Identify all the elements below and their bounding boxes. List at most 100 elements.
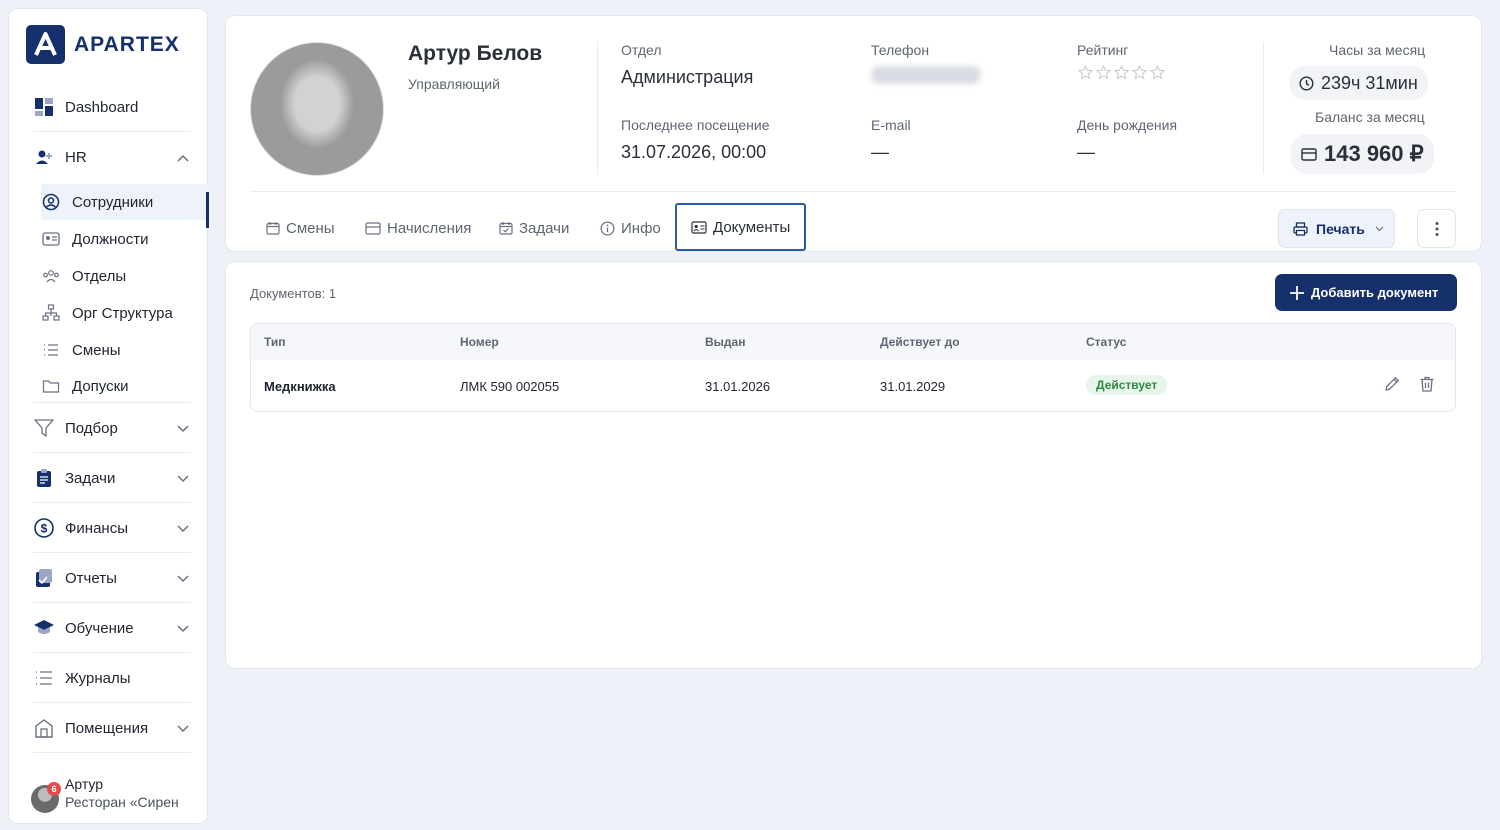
filter-icon: [33, 417, 55, 439]
edit-button[interactable]: [1383, 375, 1401, 393]
divider: [597, 42, 598, 174]
card-icon: [1301, 147, 1317, 161]
chevron-down-icon: [177, 570, 189, 587]
user-name: Артур: [65, 776, 104, 792]
list-icon: [41, 340, 61, 360]
chevron-down-icon: [177, 720, 189, 737]
sidebar-item-positions[interactable]: Должности: [41, 221, 209, 257]
tab-accruals[interactable]: Начисления: [365, 204, 471, 252]
add-document-button[interactable]: Добавить документ: [1275, 274, 1457, 311]
tab-label: Документы: [713, 218, 791, 236]
user-circle-icon: [41, 192, 61, 212]
sidebar-item-hr[interactable]: HR: [33, 137, 191, 177]
more-vertical-icon: [1435, 221, 1439, 237]
trash-icon: [1420, 376, 1434, 392]
star-icon: [1150, 65, 1165, 80]
sidebar-item-org-structure[interactable]: Орг Структура: [41, 295, 209, 331]
sidebar-item-reports[interactable]: Отчеты: [33, 558, 191, 598]
id-card-icon: [691, 220, 707, 234]
sidebar-item-employees[interactable]: Сотрудники: [41, 184, 209, 220]
status-badge: Действует: [1086, 375, 1168, 395]
email-label: E-mail: [871, 117, 911, 133]
print-button[interactable]: Печать: [1278, 209, 1395, 248]
department-label: Отдел: [621, 42, 662, 58]
sidebar-item-premises[interactable]: Помещения: [33, 708, 191, 748]
tab-info[interactable]: Инфо: [600, 204, 661, 252]
divider: [33, 402, 191, 403]
list-icon: [33, 667, 55, 689]
star-icon: [1078, 65, 1093, 80]
phone-value-blurred: [871, 66, 981, 84]
cell-valid-until: 31.01.2029: [880, 379, 946, 394]
sidebar-item-journals[interactable]: Журналы: [33, 658, 191, 698]
sidebar-item-tasks[interactable]: Задачи: [33, 458, 191, 498]
calendar-icon: [266, 221, 280, 235]
employee-role: Управляющий: [408, 76, 500, 92]
chevron-down-icon: [177, 470, 189, 487]
id-card-icon: [41, 229, 61, 249]
divider: [33, 752, 191, 753]
more-options-button[interactable]: [1417, 209, 1456, 248]
sidebar-item-recruiting[interactable]: Подбор: [33, 408, 191, 448]
graduation-cap-icon: [33, 617, 55, 639]
print-label: Печать: [1316, 220, 1365, 237]
building-icon: [33, 717, 55, 739]
sidebar-item-shifts[interactable]: Смены: [41, 332, 209, 368]
notification-badge: 6: [47, 782, 61, 796]
documents-table: Тип Номер Выдан Действует до Статус Медк…: [250, 323, 1456, 412]
last-visit-value: 31.07.2026, 00:00: [621, 142, 767, 162]
sidebar-item-label: Журналы: [65, 669, 131, 687]
org-chart-icon: [41, 303, 61, 323]
tab-documents[interactable]: Документы: [675, 203, 807, 251]
sidebar-item-permits[interactable]: Допуски: [41, 368, 209, 404]
brand-name: APARTEX: [74, 32, 180, 56]
divider: [33, 602, 191, 603]
sidebar-item-finance[interactable]: $ Финансы: [33, 508, 191, 548]
documents-card: Документов: 1 Добавить документ Тип Номе…: [225, 261, 1482, 669]
cell-number: ЛМК 590 002055: [460, 379, 560, 394]
sidebar-item-training[interactable]: Обучение: [33, 608, 191, 648]
divider: [33, 652, 191, 653]
tab-label: Начисления: [387, 219, 472, 237]
logo-icon: [26, 25, 65, 64]
sidebar-item-label: Задачи: [65, 469, 116, 487]
clipboard-icon: [33, 467, 55, 489]
hours-value: 239ч 31мин: [1321, 72, 1418, 93]
birthday-value: —: [1077, 142, 1095, 162]
tab-label: Задачи: [519, 219, 570, 237]
balance-badge: 143 960 ₽: [1291, 134, 1434, 174]
divider: [33, 452, 191, 453]
tab-tasks[interactable]: Задачи: [499, 204, 569, 252]
rating-stars[interactable]: [1078, 65, 1165, 80]
email-value: —: [871, 142, 889, 162]
tab-label: Смены: [286, 219, 335, 237]
sidebar: APARTEX Dashboard HR Сотрудники Должност…: [8, 8, 209, 824]
birthday-label: День рождения: [1077, 117, 1178, 133]
divider: [250, 191, 1456, 192]
sidebar-item-label: Финансы: [65, 519, 128, 537]
phone-label: Телефон: [871, 42, 930, 58]
divider: [33, 702, 191, 703]
sidebar-item-dashboard[interactable]: Dashboard: [33, 87, 191, 127]
logo[interactable]: APARTEX: [26, 25, 180, 64]
balance-value: 143 960 ₽: [1324, 141, 1424, 166]
svg-text:$: $: [41, 522, 48, 536]
sidebar-item-label: Отделы: [72, 267, 127, 285]
delete-button[interactable]: [1418, 375, 1436, 393]
sidebar-item-departments[interactable]: Отделы: [41, 258, 209, 294]
tab-shifts[interactable]: Смены: [266, 204, 335, 252]
balance-label: Баланс за месяц: [1315, 109, 1425, 125]
folder-icon: [41, 376, 61, 396]
star-icon: [1096, 65, 1111, 80]
sidebar-item-label: Допуски: [72, 377, 129, 395]
user-profile[interactable]: 6 Артур Ресторан «Сирен: [31, 775, 179, 813]
profile-card: Артур Белов Управляющий Отдел Администра…: [225, 15, 1482, 252]
star-icon: [1132, 65, 1147, 80]
dashboard-icon: [33, 96, 55, 118]
sidebar-item-label: Орг Структура: [72, 304, 173, 322]
clock-icon: [1299, 75, 1314, 91]
printer-icon: [1293, 221, 1308, 236]
chevron-down-icon: [177, 620, 189, 637]
chevron-down-icon: [177, 420, 189, 437]
report-check-icon: [33, 567, 55, 589]
